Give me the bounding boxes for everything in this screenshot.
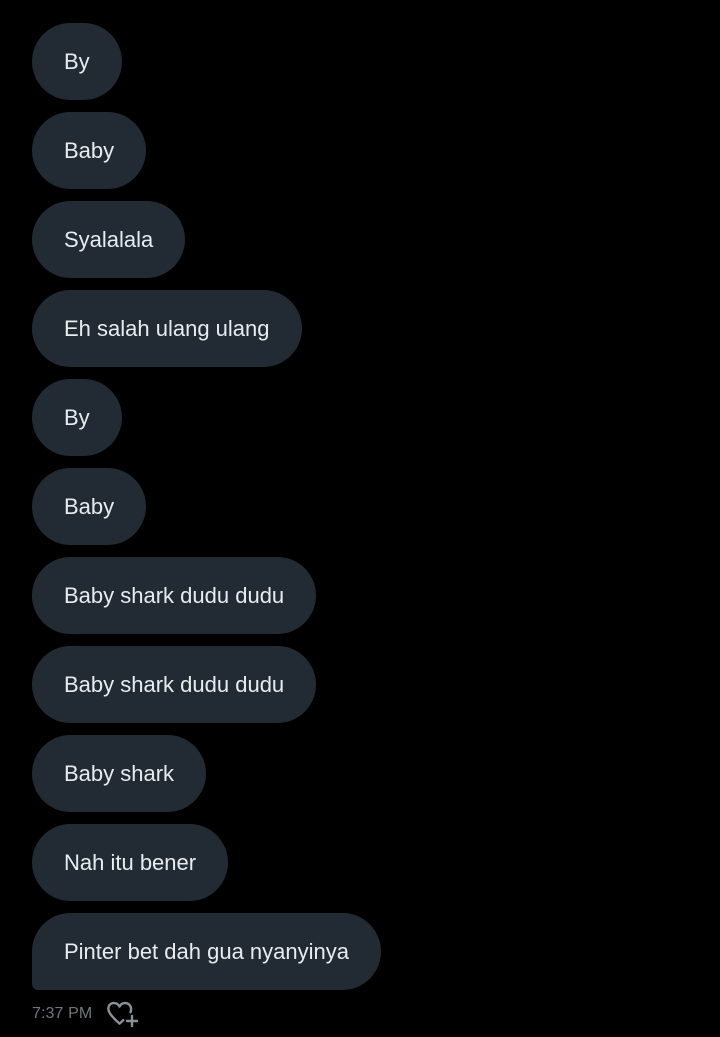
message-bubble[interactable]: Baby: [32, 112, 147, 189]
message-row: By: [32, 379, 692, 456]
message-row: Baby: [32, 112, 692, 189]
message-bubble[interactable]: Baby: [32, 468, 147, 545]
message-bubble[interactable]: Eh salah ulang ulang: [32, 290, 302, 367]
message-row: Nah itu bener: [32, 824, 692, 901]
message-row: Baby: [32, 468, 692, 545]
message-bubble[interactable]: By: [32, 23, 122, 100]
message-row: Eh salah ulang ulang: [32, 290, 692, 367]
message-meta: 7:37 PM: [32, 998, 141, 1030]
message-row: Pinter bet dah gua nyanyinya: [32, 913, 692, 990]
message-bubble[interactable]: Syalalala: [32, 201, 186, 278]
message-timestamp: 7:37 PM: [32, 1005, 93, 1022]
add-reaction-button[interactable]: [107, 998, 141, 1030]
message-row: By: [32, 23, 692, 100]
message-bubble[interactable]: Baby shark dudu dudu: [32, 557, 317, 634]
message-bubble[interactable]: Baby shark dudu dudu: [32, 646, 317, 723]
message-row: Baby shark: [32, 735, 692, 812]
message-bubble[interactable]: Baby shark: [32, 735, 207, 812]
message-bubble[interactable]: By: [32, 379, 122, 456]
message-bubble[interactable]: Pinter bet dah gua nyanyinya: [32, 913, 381, 990]
message-thread: By Baby Syalalala Eh salah ulang ulang B…: [32, 23, 692, 990]
heart-plus-icon: [107, 1001, 139, 1028]
message-bubble[interactable]: Nah itu bener: [32, 824, 229, 901]
message-row: Baby shark dudu dudu: [32, 646, 692, 723]
message-row: Baby shark dudu dudu: [32, 557, 692, 634]
message-row: Syalalala: [32, 201, 692, 278]
